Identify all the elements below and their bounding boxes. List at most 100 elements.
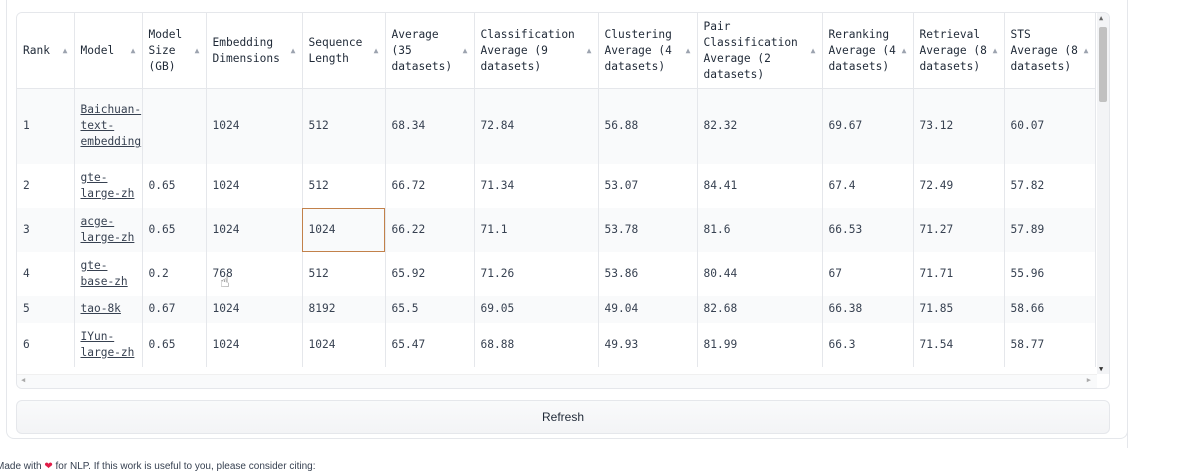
table-cell[interactable]: gte-large-zh bbox=[74, 163, 143, 208]
sort-ascending-icon[interactable]: ▲ bbox=[63, 43, 68, 59]
table-cell[interactable]: Baichuan-text-embedding bbox=[74, 88, 143, 164]
table-cell[interactable]: 71.34 bbox=[474, 163, 599, 208]
table-cell[interactable]: 56.88 bbox=[598, 88, 698, 164]
horizontal-scrollbar[interactable]: ◀ ▶ bbox=[17, 374, 1097, 388]
scrollbar-thumb[interactable] bbox=[1099, 27, 1107, 102]
table-cell[interactable]: 0.65 bbox=[142, 163, 207, 208]
column-header[interactable]: Sequence Length ▲ bbox=[302, 13, 386, 89]
table-cell[interactable]: 66.38 bbox=[822, 295, 914, 323]
table-cell[interactable]: 60.07 bbox=[1004, 88, 1096, 164]
table-cell[interactable]: 1024 bbox=[302, 322, 386, 367]
table-cell[interactable]: 49.93 bbox=[598, 322, 698, 367]
sort-ascending-icon[interactable]: ▲ bbox=[463, 43, 468, 59]
column-header[interactable]: STS Average (8 datasets) ▲ bbox=[1004, 13, 1096, 89]
table-cell[interactable] bbox=[142, 88, 207, 164]
sort-ascending-icon[interactable]: ▲ bbox=[1084, 43, 1089, 59]
table-cell[interactable]: 58.66 bbox=[1004, 295, 1096, 323]
table-cell[interactable]: 1024 bbox=[206, 322, 303, 367]
table-cell[interactable]: 1024 bbox=[206, 295, 303, 323]
table-cell[interactable]: 4 bbox=[17, 251, 75, 296]
table-cell[interactable]: 81.99 bbox=[697, 322, 823, 367]
table-cell[interactable]: 73.12 bbox=[913, 88, 1005, 164]
model-link[interactable]: IYun-large-zh bbox=[81, 330, 135, 359]
refresh-button[interactable]: Refresh bbox=[16, 400, 1110, 434]
table-cell[interactable]: 3 bbox=[17, 207, 75, 252]
table-cell[interactable]: 0.65 bbox=[142, 207, 207, 252]
table-cell[interactable]: gte-base-zh bbox=[74, 251, 143, 296]
sort-ascending-icon[interactable]: ▲ bbox=[587, 43, 592, 59]
table-cell[interactable]: 55.96 bbox=[1004, 251, 1096, 296]
table-cell[interactable]: 53.07 bbox=[598, 163, 698, 208]
column-header[interactable]: Classification Average (9 datasets) ▲ bbox=[474, 13, 599, 89]
table-cell[interactable]: 81.6 bbox=[697, 207, 823, 252]
table-cell[interactable]: 6 bbox=[17, 322, 75, 367]
table-cell[interactable]: 69.05 bbox=[474, 295, 599, 323]
model-link[interactable]: tao-8k bbox=[81, 302, 121, 315]
table-cell[interactable]: 68.34 bbox=[385, 88, 475, 164]
table-cell[interactable]: 8192 bbox=[302, 295, 386, 323]
table-cell[interactable]: 71.1 bbox=[474, 207, 599, 252]
table-cell[interactable]: 82.68 bbox=[697, 295, 823, 323]
table-cell[interactable]: 0.2 bbox=[142, 251, 207, 296]
sort-ascending-icon[interactable]: ▲ bbox=[902, 43, 907, 59]
sort-ascending-icon[interactable]: ▲ bbox=[374, 43, 379, 59]
table-cell[interactable]: 1 bbox=[17, 88, 75, 164]
table-cell[interactable]: tao-8k bbox=[74, 295, 143, 323]
sort-ascending-icon[interactable]: ▲ bbox=[195, 43, 200, 59]
scroll-right-icon[interactable]: ▶ bbox=[1087, 376, 1091, 384]
table-cell[interactable]: 72.84 bbox=[474, 88, 599, 164]
table-cell[interactable]: 2 bbox=[17, 163, 75, 208]
table-cell[interactable]: 512 bbox=[302, 251, 386, 296]
table-cell[interactable]: IYun-large-zh bbox=[74, 322, 143, 367]
column-header[interactable]: Clustering Average (4 datasets) ▲ bbox=[598, 13, 698, 89]
table-cell[interactable]: 512 bbox=[302, 88, 386, 164]
scroll-down-icon[interactable]: ▼ bbox=[1099, 365, 1103, 373]
table-cell[interactable]: 71.27 bbox=[913, 207, 1005, 252]
table-cell[interactable]: 66.22 bbox=[385, 207, 475, 252]
column-header[interactable]: Rank ▲ bbox=[17, 13, 75, 89]
table-cell[interactable]: 66.53 bbox=[822, 207, 914, 252]
leaderboard-table-container[interactable]: Rank ▲ Model ▲ Model Size (GB) ▲ Embedding Dim… bbox=[16, 12, 1110, 389]
sort-ascending-icon[interactable]: ▲ bbox=[811, 43, 816, 59]
table-cell[interactable]: 72.49 bbox=[913, 163, 1005, 208]
table-cell[interactable]: 71.26 bbox=[474, 251, 599, 296]
scroll-up-icon[interactable]: ▲ bbox=[1099, 14, 1103, 22]
table-cell[interactable]: 69.67 bbox=[822, 88, 914, 164]
column-header[interactable]: Retrieval Average (8 datasets) ▲ bbox=[913, 13, 1005, 89]
table-cell[interactable]: 512 bbox=[302, 163, 386, 208]
table-cell[interactable]: 71.71 bbox=[913, 251, 1005, 296]
column-header[interactable]: Embedding Dimensions ▲ bbox=[206, 13, 303, 89]
column-header[interactable]: Model ▲ bbox=[74, 13, 143, 89]
table-cell[interactable]: 80.44 bbox=[697, 251, 823, 296]
table-cell[interactable]: 68.88 bbox=[474, 322, 599, 367]
table-cell[interactable]: 57.89 bbox=[1004, 207, 1096, 252]
table-cell[interactable]: 67.4 bbox=[822, 163, 914, 208]
table-cell[interactable]: 53.86 bbox=[598, 251, 698, 296]
column-header[interactable]: Model Size (GB) ▲ bbox=[142, 13, 207, 89]
table-cell[interactable]: 5 bbox=[17, 295, 75, 323]
table-cell[interactable]: 1024 bbox=[302, 207, 386, 252]
model-link[interactable]: gte-base-zh bbox=[81, 259, 128, 288]
table-cell[interactable]: 1024 bbox=[206, 207, 303, 252]
vertical-scrollbar[interactable]: ▲ ▼ bbox=[1097, 13, 1109, 374]
column-header[interactable]: Pair Classification Average (2 datasets)… bbox=[697, 13, 823, 89]
table-cell[interactable]: 1024 bbox=[206, 88, 303, 164]
table-cell[interactable]: 0.67 bbox=[142, 295, 207, 323]
table-cell[interactable]: 0.65 bbox=[142, 322, 207, 367]
table-cell[interactable]: 65.47 bbox=[385, 322, 475, 367]
table-cell[interactable]: 65.5 bbox=[385, 295, 475, 323]
sort-ascending-icon[interactable]: ▲ bbox=[993, 43, 998, 59]
table-cell[interactable]: 84.41 bbox=[697, 163, 823, 208]
table-cell[interactable]: 1024 bbox=[206, 163, 303, 208]
table-cell[interactable]: 67 bbox=[822, 251, 914, 296]
table-cell[interactable]: 66.3 bbox=[822, 322, 914, 367]
model-link[interactable]: Baichuan-text-embedding bbox=[81, 103, 142, 148]
sort-ascending-icon[interactable]: ▲ bbox=[131, 43, 136, 59]
table-cell[interactable]: acge-large-zh bbox=[74, 207, 143, 252]
column-header[interactable]: Reranking Average (4 datasets) ▲ bbox=[822, 13, 914, 89]
table-cell[interactable]: 65.92 bbox=[385, 251, 475, 296]
scroll-left-icon[interactable]: ◀ bbox=[21, 376, 25, 384]
sort-ascending-icon[interactable]: ▲ bbox=[291, 43, 296, 59]
column-header[interactable]: Average (35 datasets) ▲ bbox=[385, 13, 475, 89]
table-cell[interactable]: 57.82 bbox=[1004, 163, 1096, 208]
